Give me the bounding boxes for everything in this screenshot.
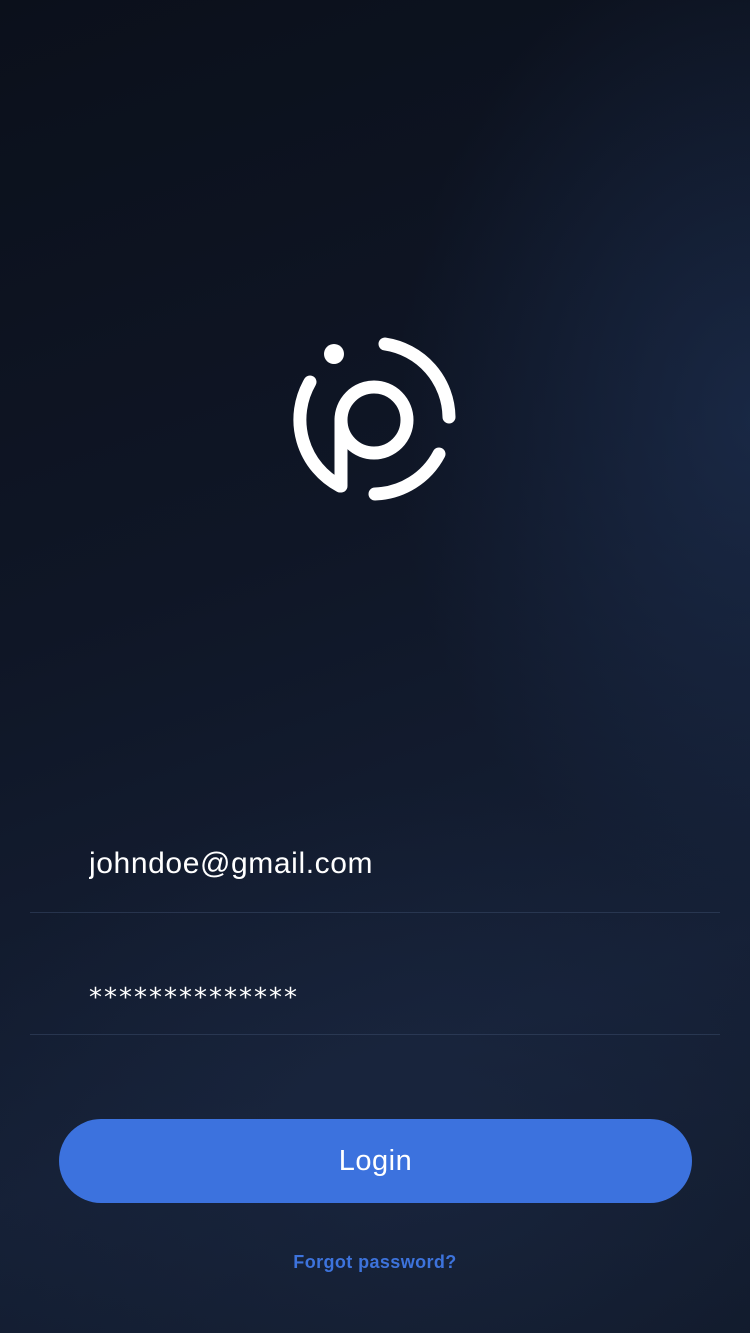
app-logo-icon xyxy=(286,330,464,508)
email-input[interactable] xyxy=(89,828,689,900)
email-field xyxy=(30,828,720,913)
login-screen: Login Forgot password? xyxy=(0,0,750,1333)
forgot-password-link[interactable]: Forgot password? xyxy=(0,1252,750,1273)
password-input[interactable] xyxy=(89,962,689,1034)
login-button[interactable]: Login xyxy=(59,1119,692,1203)
password-field xyxy=(30,962,720,1035)
